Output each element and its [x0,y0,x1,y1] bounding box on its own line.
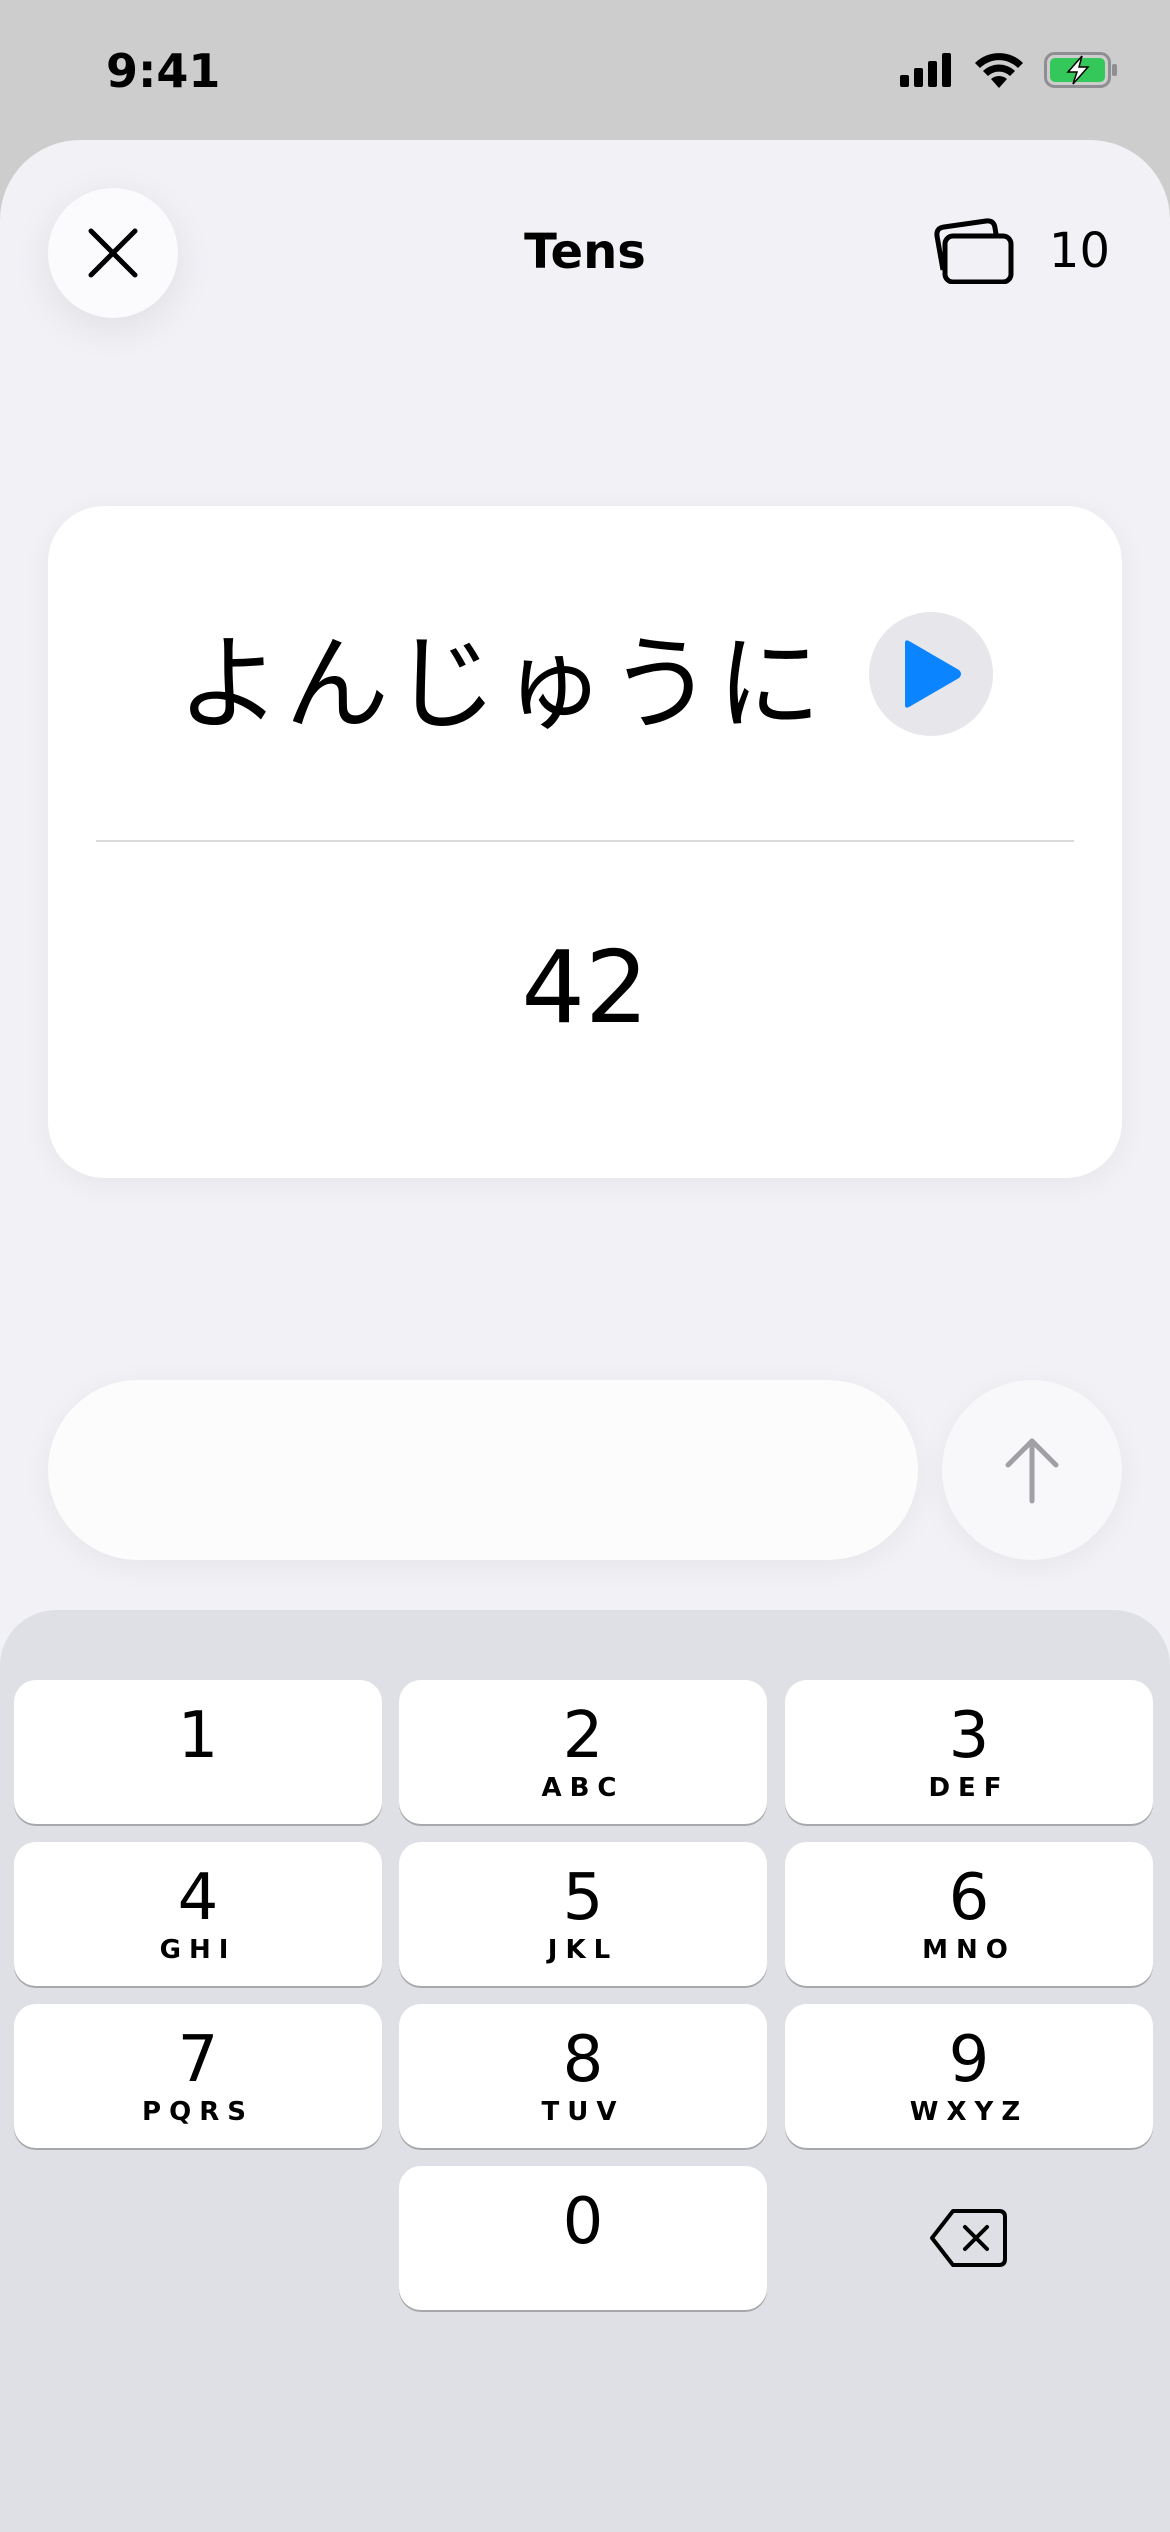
key-8[interactable]: 8 TUV [399,2004,767,2148]
backspace-icon [930,2209,1007,2267]
key-3[interactable]: 3 DEF [785,1680,1153,1824]
key-number: 1 [177,1699,219,1773]
flashcard-prompt: よんじゅうに [48,506,1122,842]
key-6[interactable]: 6 MNO [785,1842,1153,1986]
key-2[interactable]: 2 ABC [399,1680,767,1824]
cellular-signal-icon [900,53,951,87]
key-number: 2 [562,1699,604,1773]
key-4[interactable]: 4 GHI [14,1842,382,1986]
key-5[interactable]: 5 JKL [399,1842,767,1986]
play-icon [905,640,961,708]
key-number: 0 [562,2185,604,2259]
deck-count: 10 [1048,223,1110,279]
play-audio-button[interactable] [869,612,993,736]
answer-input[interactable] [48,1380,918,1560]
key-number: 5 [562,1861,604,1935]
key-9[interactable]: 9 WXYZ [785,2004,1153,2148]
key-number: 9 [948,2023,990,2097]
answer-number: 42 [521,928,649,1046]
key-7[interactable]: 7 PQRS [14,2004,382,2148]
quiz-sheet: Tens 10 よんじゅうに 42 1 2 ABC 3 DEF 4 GHI 5 … [0,140,1170,2532]
deck-counter: 10 [931,218,1110,284]
submit-button[interactable] [942,1380,1122,1560]
number-keypad: 1 2 ABC 3 DEF 4 GHI 5 JKL 6 MNO 7 PQRS 8 [0,1610,1170,2532]
wifi-icon [975,53,1023,88]
status-bar: 9:41 [0,0,1170,140]
key-1[interactable]: 1 [14,1680,382,1824]
key-letters: ABC [541,1773,625,1803]
battery-charging-icon [1044,52,1117,88]
key-letters: DEF [928,1773,1010,1803]
cards-stack-icon [934,218,1014,284]
key-letters: TUV [541,2097,625,2127]
key-number: 7 [177,2023,219,2097]
key-number: 8 [562,2023,604,2097]
status-icons [900,52,1118,88]
key-letters: JKL [547,1935,619,1965]
key-letters: WXYZ [909,2097,1029,2127]
status-time: 9:41 [106,44,221,98]
key-number: 6 [948,1861,990,1935]
key-letters: MNO [922,1935,1016,1965]
kana-reading: よんじゅうに [176,622,825,745]
key-number: 3 [948,1699,990,1773]
key-0[interactable]: 0 [399,2166,767,2310]
key-number: 4 [177,1861,219,1935]
flashcard: よんじゅうに 42 [48,506,1122,1178]
arrow-up-icon [1005,1438,1059,1504]
delete-key[interactable] [785,2166,1153,2310]
key-letters: PQRS [142,2097,254,2127]
key-letters: GHI [159,1935,237,1965]
